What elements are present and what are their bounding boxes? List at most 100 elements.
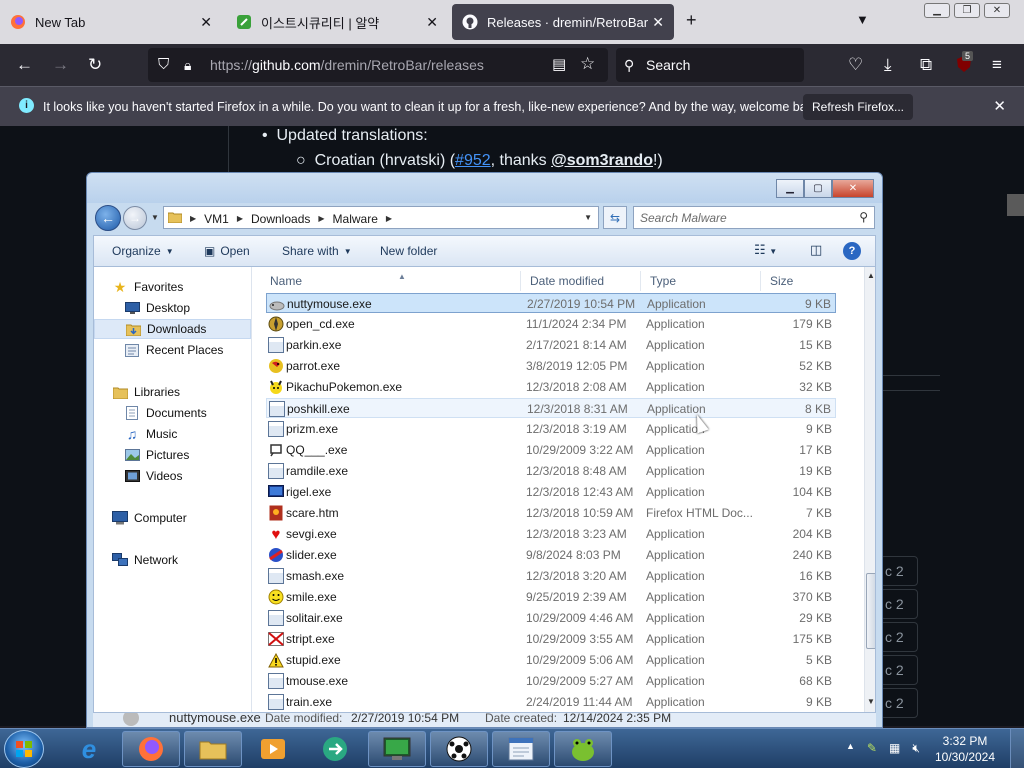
- taskbar-app-7[interactable]: [430, 731, 488, 767]
- breadcrumb-vm1[interactable]: VM1: [204, 212, 229, 226]
- show-hidden-icons-icon[interactable]: ▲: [846, 741, 855, 756]
- file-row[interactable]: rigel.exe 12/3/2018 12:43 AM Application…: [266, 482, 836, 502]
- scrollbar-thumb[interactable]: [866, 573, 875, 649]
- reader-view-icon[interactable]: ▤: [552, 55, 566, 75]
- menu-hamburger-icon[interactable]: ≡: [992, 55, 1002, 75]
- new-tab-button[interactable]: +: [686, 10, 697, 31]
- search-bar[interactable]: ⚲ Search: [616, 48, 804, 82]
- nav-favorites[interactable]: ★ Favorites: [112, 277, 184, 297]
- file-row[interactable]: stript.exe 10/29/2009 3:55 AM Applicatio…: [266, 629, 836, 649]
- refresh-icon[interactable]: ⇆: [603, 206, 627, 229]
- file-row[interactable]: PikachuPokemon.exe 12/3/2018 2:08 AM App…: [266, 377, 836, 397]
- search-input[interactable]: [634, 207, 844, 228]
- address-dropdown-icon[interactable]: ▼: [584, 213, 592, 222]
- search-icon[interactable]: ⚲: [859, 210, 868, 224]
- pen-icon[interactable]: ✎: [867, 741, 877, 756]
- asset-box[interactable]: c 2: [880, 556, 918, 586]
- user-mention[interactable]: @som3rando: [551, 152, 653, 169]
- restore-button[interactable]: ❐: [954, 3, 980, 18]
- recent-pages-dropdown-icon[interactable]: ▼: [151, 213, 159, 222]
- file-row[interactable]: solitair.exe 10/29/2009 4:46 AM Applicat…: [266, 608, 836, 628]
- minimize-button[interactable]: ▁: [924, 3, 950, 18]
- close-notification-icon[interactable]: ✕: [993, 97, 1006, 115]
- shield-icon[interactable]: ⛉: [158, 55, 169, 75]
- file-row[interactable]: open_cd.exe 11/1/2024 2:34 PM Applicatio…: [266, 314, 836, 334]
- nav-downloads[interactable]: Downloads: [94, 319, 251, 339]
- file-row[interactable]: scare.htm 12/3/2018 10:59 AM Firefox HTM…: [266, 503, 836, 523]
- file-row[interactable]: ♥ sevgi.exe 12/3/2018 3:23 AM Applicatio…: [266, 524, 836, 544]
- file-row[interactable]: poshkill.exe 12/3/2018 8:31 AM Applicati…: [266, 398, 836, 418]
- maximize-button[interactable]: ▢: [804, 179, 832, 198]
- taskbar-app-9[interactable]: [554, 731, 612, 767]
- file-row[interactable]: ramdile.exe 12/3/2018 8:48 AM Applicatio…: [266, 461, 836, 481]
- nav-network[interactable]: Network: [112, 550, 178, 570]
- nav-pictures[interactable]: Pictures: [124, 445, 189, 465]
- nav-recent-places[interactable]: Recent Places: [124, 340, 223, 360]
- forward-button[interactable]: →: [123, 206, 147, 230]
- taskbar-explorer[interactable]: [184, 731, 242, 767]
- close-window-button[interactable]: ✕: [832, 179, 874, 198]
- chevron-right-icon[interactable]: ▶: [318, 214, 324, 223]
- network-tray-icon[interactable]: ▦: [889, 741, 900, 756]
- column-divider[interactable]: [640, 271, 641, 291]
- nav-videos[interactable]: Videos: [124, 466, 182, 486]
- nav-documents[interactable]: Documents: [124, 403, 207, 423]
- column-header-name[interactable]: Name ▲: [270, 272, 406, 288]
- nav-music[interactable]: ♫ Music: [124, 424, 178, 444]
- file-row[interactable]: tmouse.exe 10/29/2009 5:27 AM Applicatio…: [266, 671, 836, 691]
- scroll-up-icon[interactable]: ▲: [867, 271, 875, 280]
- taskbar-firefox[interactable]: [122, 731, 180, 767]
- taskbar-media-player[interactable]: [244, 731, 302, 767]
- tab-alyac[interactable]: 이스트시큐리티 | 알약 ✕: [226, 4, 448, 40]
- volume-muted-icon[interactable]: 🔇︎: [912, 741, 920, 756]
- chevron-right-icon[interactable]: ▶: [190, 214, 196, 223]
- bookmark-star-icon[interactable]: ☆: [580, 54, 595, 74]
- back-arrow-icon[interactable]: ←: [16, 55, 33, 75]
- file-row[interactable]: parrot.exe 3/8/2019 12:05 PM Application…: [266, 356, 836, 376]
- reload-icon[interactable]: ↻: [88, 55, 102, 75]
- chevron-right-icon[interactable]: ▶: [237, 214, 243, 223]
- forward-arrow-icon[interactable]: →: [52, 55, 69, 75]
- page-scrollbar-thumb[interactable]: [1007, 194, 1024, 216]
- view-options-icon[interactable]: ☷ ▼: [754, 242, 777, 258]
- column-divider[interactable]: [520, 271, 521, 291]
- file-row[interactable]: smile.exe 9/25/2019 2:39 AM Application …: [266, 587, 836, 607]
- nav-computer[interactable]: Computer: [112, 508, 187, 528]
- breadcrumb-downloads[interactable]: Downloads: [251, 212, 310, 226]
- url-bar[interactable]: ⛉ 🔒︎ https://github.com/dremin/RetroBar/…: [148, 48, 608, 82]
- help-icon[interactable]: ?: [843, 242, 861, 260]
- clock[interactable]: 3:32 PM 10/30/2024: [930, 733, 1000, 765]
- pr-link[interactable]: #952: [455, 152, 491, 169]
- taskbar-app-5[interactable]: [306, 731, 364, 767]
- column-header-size[interactable]: Size: [770, 274, 793, 288]
- taskbar-app-8[interactable]: [492, 731, 550, 767]
- share-with-button[interactable]: Share with ▼: [282, 244, 352, 258]
- address-bar[interactable]: ▶ VM1 ▶ Downloads ▶ Malware ▶ ▼: [163, 206, 599, 229]
- asset-box[interactable]: c 2: [880, 589, 918, 619]
- lock-icon[interactable]: 🔒︎: [184, 55, 191, 75]
- open-button[interactable]: ▣ Open: [204, 244, 250, 258]
- asset-box[interactable]: c 2: [880, 622, 918, 652]
- column-divider[interactable]: [760, 271, 761, 291]
- nav-libraries[interactable]: Libraries: [112, 382, 180, 402]
- show-desktop-button[interactable]: [1010, 729, 1024, 768]
- file-row[interactable]: stupid.exe 10/29/2009 5:06 AM Applicatio…: [266, 650, 836, 670]
- file-list-scrollbar[interactable]: ▲ ▼: [864, 267, 875, 712]
- back-button[interactable]: ←: [95, 205, 121, 231]
- preview-pane-icon[interactable]: ◫: [810, 242, 822, 258]
- scroll-down-icon[interactable]: ▼: [867, 697, 875, 706]
- file-row[interactable]: train.exe 2/24/2019 11:44 AM Application…: [266, 692, 836, 712]
- downloads-icon[interactable]: ⤓: [884, 55, 892, 75]
- breadcrumb-malware[interactable]: Malware: [333, 212, 378, 226]
- asset-box[interactable]: c 2: [880, 655, 918, 685]
- file-row[interactable]: prizm.exe 12/3/2018 3:19 AM Application …: [266, 419, 836, 439]
- explorer-titlebar[interactable]: ▁ ▢ ✕: [87, 173, 882, 203]
- minimize-button[interactable]: ▁: [776, 179, 804, 198]
- pocket-icon[interactable]: ♡: [848, 55, 863, 75]
- column-header-type[interactable]: Type: [650, 274, 676, 288]
- nav-desktop[interactable]: Desktop: [124, 298, 190, 318]
- extensions-icon[interactable]: ⧉: [920, 55, 932, 75]
- chevron-right-icon[interactable]: ▶: [386, 214, 392, 223]
- column-header-date[interactable]: Date modified: [530, 274, 604, 288]
- asset-box[interactable]: c 2: [880, 688, 918, 718]
